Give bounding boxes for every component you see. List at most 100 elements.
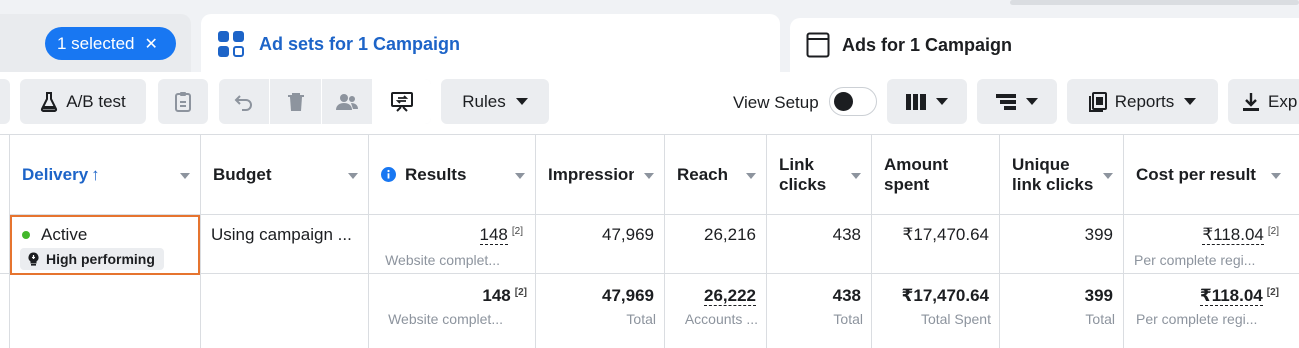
header-unique-link-clicks-label: link clicks	[1012, 174, 1094, 194]
chevron-down-icon[interactable]	[644, 173, 654, 179]
breakdown-icon	[996, 93, 1016, 110]
export-button[interactable]: Exp	[1228, 79, 1299, 124]
header-reach[interactable]: Reach	[665, 135, 766, 215]
unique-link-clicks-total: 399	[1084, 286, 1113, 305]
horizontal-scrollbar[interactable]	[1010, 0, 1299, 5]
chevron-down-icon[interactable]	[1103, 173, 1113, 179]
delivery-cell[interactable]: Active High performing	[10, 215, 200, 275]
ab-test-button[interactable]: A/B test	[20, 79, 146, 124]
table-row[interactable]: Using campaign ...	[201, 215, 368, 274]
tab-ad-sets-label: Ad sets for 1 Campaign	[259, 33, 461, 54]
breakdown-dropdown[interactable]	[977, 79, 1057, 124]
results-total: 148 [2]	[482, 286, 527, 305]
report-icon	[1088, 91, 1107, 112]
header-impressions-label: Impression	[548, 164, 634, 184]
header-budget-label: Budget	[213, 164, 272, 184]
totals-row: ₹17,470.64 Total Spent	[872, 274, 999, 348]
chevron-down-icon[interactable]	[851, 173, 861, 179]
columns-dropdown[interactable]	[887, 79, 967, 124]
table-row[interactable]: 399	[1000, 215, 1123, 274]
header-amount-spent[interactable]: Amount spent	[872, 135, 999, 215]
header-delivery[interactable]: Delivery ↑	[10, 135, 200, 215]
link-clicks-total-subtext: Total	[833, 311, 863, 327]
reach-total-subtext: Accounts ...	[684, 311, 758, 327]
lightbulb-icon	[28, 252, 39, 266]
grid-icon	[217, 30, 245, 58]
header-cost-per-result[interactable]: Cost per result	[1124, 135, 1299, 215]
impressions-value: 47,969	[602, 225, 654, 244]
reports-dropdown[interactable]: Reports	[1067, 79, 1218, 124]
ad-sets-table: Delivery ↑ Budget Using campaign ... Res…	[0, 134, 1299, 348]
header-amount-spent-label: Amount	[884, 154, 949, 174]
chevron-down-icon[interactable]	[746, 173, 756, 179]
selection-pill[interactable]: 1 selected ✕	[45, 27, 176, 60]
header-reach-label: Reach	[677, 164, 729, 184]
view-setup-toggle[interactable]	[829, 87, 877, 116]
table-row[interactable]: 26,216	[665, 215, 766, 274]
unique-link-clicks-value: 399	[1084, 225, 1113, 244]
download-icon	[1242, 92, 1260, 112]
table-row[interactable]: 47,969	[536, 215, 664, 274]
column-link-clicks: Link clicks 438 438 Total	[767, 135, 872, 348]
chevron-down-icon[interactable]	[348, 173, 358, 179]
columns-icon	[906, 93, 926, 110]
close-icon[interactable]: ✕	[145, 34, 158, 54]
high-performing-badge[interactable]: High performing	[20, 248, 164, 270]
impressions-total-subtext: Total	[626, 311, 656, 327]
table-row[interactable]: ₹17,470.64	[872, 215, 999, 274]
unique-link-clicks-total-subtext: Total	[1085, 311, 1115, 327]
amount-spent-total: ₹17,470.64	[901, 286, 989, 305]
tab-ad-sets[interactable]: Ad sets for 1 Campaign	[201, 14, 780, 74]
chevron-down-icon[interactable]	[515, 173, 525, 179]
link-clicks-total: 438	[832, 286, 861, 305]
header-budget[interactable]: Budget	[201, 135, 368, 215]
totals-row: 26,222 Accounts ...	[665, 274, 766, 348]
duplicate-button[interactable]	[158, 79, 208, 124]
tab-strip: 1 selected ✕ Ad sets for 1 Campaign Ads …	[0, 0, 1299, 74]
header-amount-spent-label: spent	[884, 174, 930, 194]
amount-spent-value: ₹17,470.64	[902, 225, 989, 244]
budget-value: Using campaign ...	[211, 225, 352, 244]
column-unique-link-clicks: Unique link clicks 399 399 Total	[1000, 135, 1124, 348]
flask-icon	[40, 91, 58, 112]
toggle-knob	[834, 92, 853, 111]
amount-spent-total-subtext: Total Spent	[920, 311, 991, 327]
rules-dropdown[interactable]: Rules	[441, 79, 549, 124]
table-row[interactable]: ₹118.04 [2] Per complete regi...	[1124, 215, 1299, 274]
header-link-clicks[interactable]: Link clicks	[767, 135, 871, 215]
ad-page-icon	[806, 32, 830, 58]
totals-row: ₹118.04 [2] Per complete regi...	[1124, 274, 1299, 348]
totals-row: 148 [2] Website complet...	[369, 274, 535, 348]
chevron-down-icon[interactable]	[1271, 173, 1281, 179]
people-icon[interactable]	[322, 79, 372, 124]
column-results: Results 148 [2] Website complet... 148 [2]…	[369, 135, 536, 348]
header-unique-link-clicks-label: Unique	[1012, 154, 1070, 174]
header-results-label: Results	[405, 164, 467, 184]
impressions-total: 47,969	[602, 286, 654, 305]
column-cost-per-result: Cost per result ₹118.04 [2] Per complete …	[1124, 135, 1299, 348]
info-icon[interactable]	[381, 167, 396, 182]
header-unique-link-clicks[interactable]: Unique link clicks	[1000, 135, 1123, 215]
cost-per-result-total: ₹118.04 [2]	[1199, 286, 1279, 306]
header-impressions[interactable]: Impression	[536, 135, 664, 215]
chevron-down-icon	[1184, 98, 1197, 105]
column-stub	[0, 135, 10, 348]
header-link-clicks-label: clicks	[779, 174, 827, 194]
trash-icon[interactable]	[270, 79, 321, 124]
sort-arrow-up-icon: ↑	[91, 164, 100, 184]
column-impressions: Impression 47,969 47,969 Total	[536, 135, 665, 348]
totals-row: 399 Total	[1000, 274, 1123, 348]
ab-test-label: A/B test	[66, 91, 126, 111]
tab-ads[interactable]: Ads for 1 Campaign	[790, 18, 1299, 72]
cost-per-result-subtext: Per complete regi...	[1134, 252, 1256, 268]
compare-icon[interactable]	[373, 79, 431, 124]
create-button[interactable]	[0, 79, 10, 124]
cost-per-result-total-subtext: Per complete regi...	[1136, 311, 1258, 327]
table-row[interactable]: 148 [2] Website complet...	[369, 215, 535, 274]
undo-icon[interactable]	[219, 79, 269, 124]
reports-label: Reports	[1114, 91, 1175, 111]
rules-label: Rules	[462, 91, 506, 111]
table-row[interactable]: 438	[767, 215, 871, 274]
chevron-down-icon[interactable]	[180, 173, 190, 179]
header-results[interactable]: Results	[369, 135, 535, 215]
